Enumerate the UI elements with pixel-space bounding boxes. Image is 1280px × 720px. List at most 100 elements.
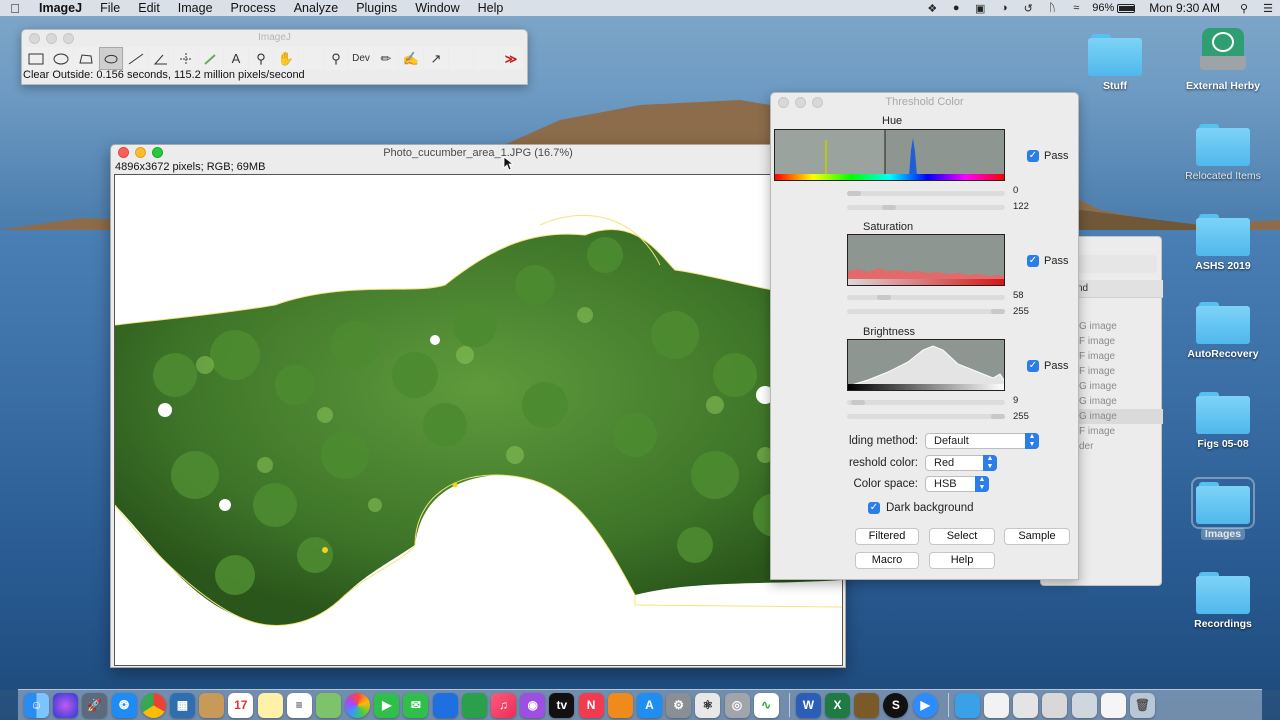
finder-icon[interactable]: ☺ xyxy=(24,692,49,718)
siri-icon[interactable] xyxy=(53,692,79,718)
saturation-max-slider[interactable] xyxy=(847,309,1005,314)
menu-edit[interactable]: Edit xyxy=(129,0,169,16)
creative-cloud-icon[interactable]: ● xyxy=(947,2,965,14)
saturation-pass-checkbox[interactable]: ✓ Pass xyxy=(1027,255,1068,267)
desktop-folder-images[interactable]: Images xyxy=(1178,477,1268,540)
select-button[interactable]: Select xyxy=(929,528,995,545)
stack-icon[interactable] xyxy=(1071,692,1097,718)
facetime-icon[interactable]: ▶ xyxy=(374,692,400,718)
music-icon[interactable]: ♫ xyxy=(491,692,516,718)
stack-icon[interactable] xyxy=(1042,692,1068,718)
zoom-button[interactable] xyxy=(152,147,163,158)
saturation-min-slider[interactable] xyxy=(847,295,1005,300)
threshold-title-bar[interactable]: Threshold Color xyxy=(771,93,1078,111)
multi-point-tool-icon[interactable] xyxy=(174,47,198,70)
preview-icon[interactable]: ▦ xyxy=(169,692,195,718)
quicktime-icon[interactable]: ◎ xyxy=(724,692,750,718)
menu-plugins[interactable]: Plugins xyxy=(347,0,406,16)
menu-app-name[interactable]: ImageJ xyxy=(30,0,91,16)
keynote-icon[interactable] xyxy=(432,692,458,718)
close-button[interactable] xyxy=(778,97,789,108)
trash-icon[interactable]: 🗑 xyxy=(1129,692,1155,718)
desktop-folder-ashs[interactable]: ASHS 2019 xyxy=(1178,214,1268,272)
safari-icon[interactable]: ❂ xyxy=(111,692,137,718)
stack-icon[interactable] xyxy=(1100,692,1126,718)
stack-icon[interactable] xyxy=(1013,692,1039,718)
apple-tv-icon[interactable]: tv xyxy=(549,692,575,718)
brush-tool-icon[interactable]: ✍ xyxy=(399,47,423,70)
word-icon[interactable]: W xyxy=(795,692,821,718)
brightness-min-slider[interactable] xyxy=(847,400,1005,405)
skype-icon[interactable]: S xyxy=(883,692,909,718)
activity-monitor-icon[interactable]: ∿ xyxy=(753,692,779,718)
zoom-tool-icon[interactable]: ⚲ xyxy=(324,47,348,70)
freehand-tool-icon[interactable] xyxy=(99,47,123,70)
hue-min-slider[interactable] xyxy=(847,191,1005,196)
macro-button[interactable]: Macro xyxy=(855,552,919,569)
close-button[interactable] xyxy=(29,33,40,44)
vpn-icon[interactable]: ▣ xyxy=(971,2,989,15)
desktop-folder-stuff[interactable]: Stuff xyxy=(1070,34,1160,92)
text-tool-icon[interactable]: A xyxy=(224,47,248,70)
help-button[interactable]: Help xyxy=(929,552,995,569)
imagej-icon[interactable]: ⚛ xyxy=(695,692,721,718)
hue-max-slider[interactable] xyxy=(847,205,1005,210)
image-title-bar[interactable]: Photo_cucumber_area_1.JPG (16.7%) xyxy=(111,145,845,161)
hue-pass-checkbox[interactable]: ✓ Pass xyxy=(1027,150,1068,162)
chrome-icon[interactable] xyxy=(140,692,166,718)
instruments-icon[interactable] xyxy=(854,692,880,718)
apple-menu-icon[interactable]:  xyxy=(0,1,30,16)
desktop-folder-autorecovery[interactable]: AutoRecovery xyxy=(1178,302,1268,360)
news-icon[interactable]: N xyxy=(578,692,604,718)
sync-icon[interactable]: ◑ xyxy=(995,2,1013,14)
wifi-icon[interactable]: ≈ xyxy=(1067,2,1085,14)
thresholding-method-select[interactable]: Default ▲ ▼ xyxy=(925,433,1039,449)
calendar-icon[interactable]: 17 xyxy=(228,692,254,718)
files-icon[interactable] xyxy=(199,692,225,718)
brightness-pass-checkbox[interactable]: ✓ Pass xyxy=(1027,360,1068,372)
rectangle-tool-icon[interactable] xyxy=(24,47,48,70)
zoom-button[interactable] xyxy=(812,97,823,108)
straight-line-tool-icon[interactable] xyxy=(124,47,148,70)
system-preferences-icon[interactable]: ⚙ xyxy=(666,692,692,718)
brightness-max-slider[interactable] xyxy=(847,414,1005,419)
oval-tool-icon[interactable] xyxy=(49,47,73,70)
menu-clock[interactable]: Mon 9:30 AM xyxy=(1149,1,1220,15)
documents-stack-icon[interactable] xyxy=(984,692,1009,718)
desktop-folder-figs[interactable]: Figs 05-08 xyxy=(1178,392,1268,450)
color-picker-tool-icon[interactable] xyxy=(299,47,323,70)
photos-icon[interactable] xyxy=(345,692,371,718)
desktop-folder-relocated[interactable]: Relocated Items xyxy=(1178,124,1268,182)
numbers-icon[interactable] xyxy=(461,692,487,718)
color-space-select[interactable]: HSB ▲ ▼ xyxy=(925,476,989,492)
notification-center-icon[interactable]: ☰ xyxy=(1259,2,1277,15)
launchpad-icon[interactable]: 🚀 xyxy=(82,692,108,718)
menu-window[interactable]: Window xyxy=(406,0,468,16)
close-button[interactable] xyxy=(118,147,129,158)
minimize-button[interactable] xyxy=(795,97,806,108)
bluetooth-icon[interactable]: ᚢ xyxy=(1043,2,1061,14)
dropbox-icon[interactable]: ❖ xyxy=(923,2,941,15)
maps-icon[interactable] xyxy=(315,692,341,718)
threshold-color-select[interactable]: Red ▲ ▼ xyxy=(925,455,997,471)
empty-tool-slot[interactable] xyxy=(449,47,473,70)
minimize-button[interactable] xyxy=(46,33,57,44)
podcasts-icon[interactable]: ◉ xyxy=(520,692,546,718)
magnifier-tool-icon[interactable]: ⚲ xyxy=(249,47,273,70)
menu-process[interactable]: Process xyxy=(222,0,285,16)
downloads-folder-icon[interactable] xyxy=(954,692,980,718)
flood-fill-tool-icon[interactable]: ↗ xyxy=(424,47,448,70)
minimize-button[interactable] xyxy=(135,147,146,158)
wand-tool-icon[interactable] xyxy=(199,47,223,70)
menu-file[interactable]: File xyxy=(91,0,129,16)
books-icon[interactable] xyxy=(607,692,633,718)
sample-button[interactable]: Sample xyxy=(1004,528,1070,545)
zoom-button[interactable] xyxy=(63,33,74,44)
polygon-tool-icon[interactable] xyxy=(74,47,98,70)
time-machine-icon[interactable]: ↺ xyxy=(1019,2,1037,15)
desktop-folder-recordings[interactable]: Recordings xyxy=(1178,572,1268,630)
pencil-tool-icon[interactable]: ✏ xyxy=(374,47,398,70)
dark-background-checkbox[interactable]: ✓ Dark background xyxy=(868,502,974,514)
spotlight-icon[interactable]: ⚲ xyxy=(1235,2,1253,15)
imagej-title-bar[interactable]: ImageJ xyxy=(22,30,527,45)
